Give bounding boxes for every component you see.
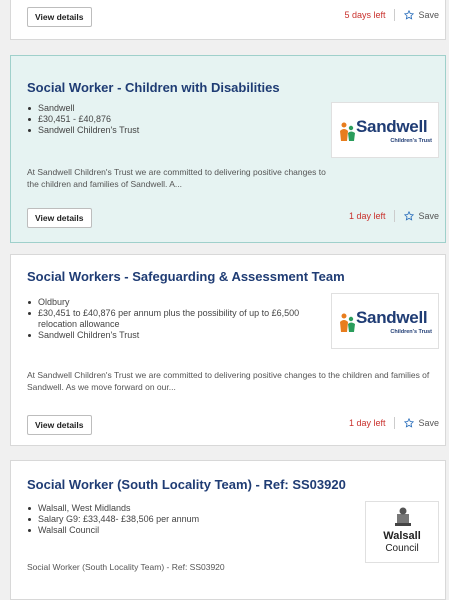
view-details-button[interactable]: View details bbox=[27, 208, 92, 228]
divider bbox=[394, 417, 396, 429]
logo-name: Sandwell bbox=[356, 117, 428, 136]
job-salary: Salary G9: £33,448- £38,506 per annum bbox=[27, 514, 199, 525]
divider bbox=[394, 9, 396, 21]
save-label: Save bbox=[418, 418, 439, 428]
star-icon bbox=[404, 10, 415, 20]
crest-icon bbox=[395, 507, 411, 526]
star-icon bbox=[404, 211, 415, 221]
job-meta: 5 days left Save bbox=[344, 9, 439, 21]
logo-name: Walsall bbox=[383, 530, 421, 542]
job-employer: Sandwell Children's Trust bbox=[27, 330, 327, 341]
job-card: View details 5 days left Save bbox=[10, 0, 446, 40]
job-title[interactable]: Social Worker (South Locality Team) - Re… bbox=[27, 477, 346, 492]
save-label: Save bbox=[418, 10, 439, 20]
job-meta: 1 day left Save bbox=[349, 210, 439, 222]
job-facts: Oldbury £30,451 to £40,876 per annum plu… bbox=[27, 297, 327, 341]
employer-logo[interactable]: Sandwell Children's Trust bbox=[331, 293, 439, 349]
days-left: 1 day left bbox=[348, 211, 386, 221]
days-left: 5 days left bbox=[344, 10, 386, 20]
job-description: At Sandwell Children's Trust we are comm… bbox=[27, 167, 326, 189]
logo-subtitle: Council bbox=[385, 543, 419, 554]
job-facts: Walsall, West Midlands Salary G9: £33,44… bbox=[27, 503, 199, 536]
job-card-featured: Social Worker - Children with Disabiliti… bbox=[10, 55, 446, 243]
employer-logo[interactable]: Sandwell Children's Trust bbox=[331, 102, 439, 158]
job-description: Social Worker (South Locality Team) - Re… bbox=[27, 562, 225, 572]
save-button[interactable]: Save bbox=[404, 418, 439, 428]
logo-subtitle: Children's Trust bbox=[390, 138, 432, 144]
job-employer: Walsall Council bbox=[27, 525, 199, 536]
job-description: At Sandwell Children's Trust we are comm… bbox=[27, 370, 430, 392]
divider bbox=[394, 210, 396, 222]
job-title[interactable]: Social Workers - Safeguarding & Assessme… bbox=[27, 269, 345, 284]
logo-subtitle: Children's Trust bbox=[390, 329, 432, 335]
job-meta: 1 day left Save bbox=[349, 417, 439, 429]
save-button[interactable]: Save bbox=[404, 10, 439, 20]
job-card: Social Workers - Safeguarding & Assessme… bbox=[10, 254, 446, 446]
save-button[interactable]: Save bbox=[404, 211, 439, 221]
job-location: Walsall, West Midlands bbox=[27, 503, 199, 514]
employer-logo[interactable]: Walsall Council bbox=[365, 501, 439, 563]
job-facts: Sandwell £30,451 - £40,876 Sandwell Chil… bbox=[27, 103, 139, 136]
job-location: Oldbury bbox=[27, 297, 327, 308]
view-details-button[interactable]: View details bbox=[27, 7, 92, 27]
job-salary: £30,451 to £40,876 per annum plus the po… bbox=[27, 308, 327, 330]
days-left: 1 day left bbox=[348, 418, 386, 428]
job-location: Sandwell bbox=[27, 103, 139, 114]
view-details-button[interactable]: View details bbox=[27, 415, 92, 435]
save-label: Save bbox=[418, 211, 439, 221]
logo-name: Sandwell bbox=[356, 308, 428, 327]
job-card: Social Worker (South Locality Team) - Re… bbox=[10, 460, 446, 600]
family-figures-icon bbox=[340, 122, 355, 141]
job-title[interactable]: Social Worker - Children with Disabiliti… bbox=[27, 80, 280, 95]
star-icon bbox=[404, 418, 415, 428]
family-figures-icon bbox=[340, 313, 355, 332]
job-salary: £30,451 - £40,876 bbox=[27, 114, 139, 125]
job-employer: Sandwell Children's Trust bbox=[27, 125, 139, 136]
